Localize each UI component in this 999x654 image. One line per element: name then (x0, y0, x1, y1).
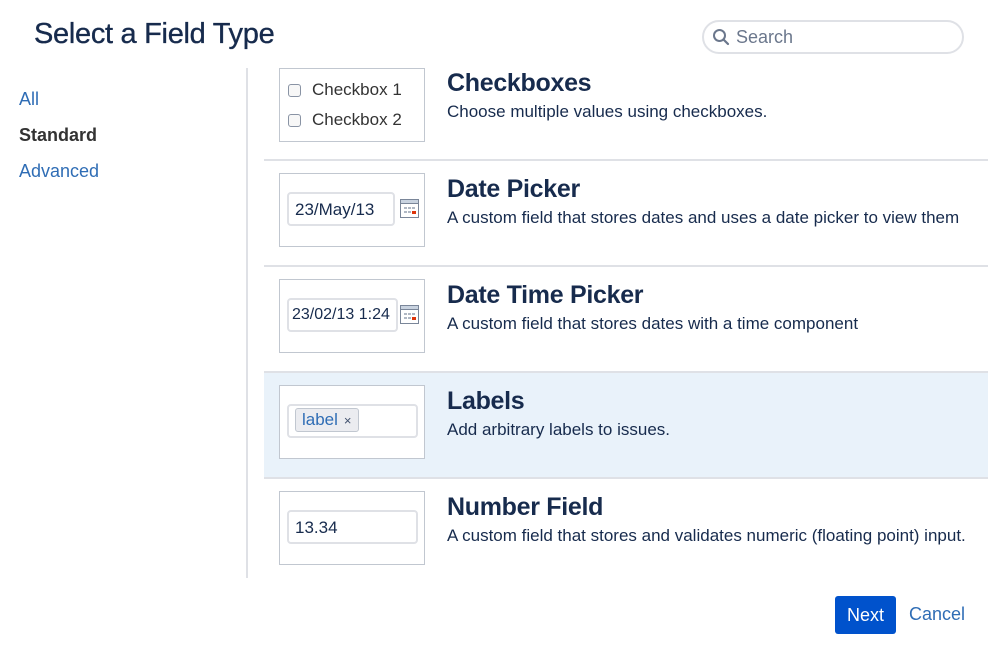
checkbox-icon (288, 113, 301, 127)
field-preview: 23/02/13 1:24 (279, 279, 425, 353)
remove-label-icon: × (343, 412, 352, 428)
field-preview: label × (279, 385, 425, 459)
field-description: A custom field that stores and validates… (447, 526, 966, 545)
checkbox-2: Checkbox 2 (288, 105, 424, 135)
checkbox-label: Checkbox 2 (312, 110, 402, 129)
field-info: Date Time Picker A custom field that sto… (447, 280, 967, 336)
checkbox-icon (288, 83, 301, 97)
field-type-list: Checkbox 1 Checkbox 2 Checkboxes Choose … (264, 68, 988, 585)
checkbox-1: Checkbox 1 (288, 75, 424, 105)
field-description: A custom field that stores dates and use… (447, 208, 960, 227)
field-type-date-picker[interactable]: 23/May/13 Date Picker A custom field tha… (264, 161, 988, 267)
label-text: label (302, 410, 338, 429)
number-input-preview: 13.34 (287, 510, 418, 544)
field-preview: Checkbox 1 Checkbox 2 (279, 68, 425, 142)
field-name: Date Picker (447, 175, 580, 203)
search-icon (713, 29, 730, 46)
field-info: Labels Add arbitrary labels to issues. (447, 386, 967, 442)
field-type-number-field[interactable]: 13.34 Number Field A custom field that s… (264, 479, 988, 585)
field-preview: 13.34 (279, 491, 425, 565)
search-input[interactable] (734, 25, 948, 49)
field-description: Choose multiple values using checkboxes. (447, 102, 768, 121)
cancel-link[interactable]: Cancel (909, 604, 965, 625)
datetime-input-preview: 23/02/13 1:24 (287, 298, 398, 332)
calendar-icon (400, 199, 419, 218)
field-name: Number Field (447, 493, 604, 521)
nav-item-advanced[interactable]: Advanced (19, 160, 99, 196)
field-name: Checkboxes (447, 69, 592, 97)
field-name: Labels (447, 387, 525, 415)
search-field[interactable] (702, 20, 964, 54)
field-type-labels[interactable]: label × Labels Add arbitrary labels to i… (264, 373, 988, 479)
field-info: Number Field A custom field that stores … (447, 492, 967, 548)
nav-divider (246, 68, 248, 578)
label-lozenge: label × (295, 408, 359, 432)
dialog-title: Select a Field Type (34, 18, 275, 50)
field-description: A custom field that stores dates with a … (447, 314, 859, 333)
nav-item-all[interactable]: All (19, 88, 99, 124)
field-info: Checkboxes Choose multiple values using … (447, 68, 967, 124)
field-preview: 23/May/13 (279, 173, 425, 247)
next-button[interactable]: Next (835, 596, 896, 634)
field-name: Date Time Picker (447, 281, 644, 309)
category-nav: All Standard Advanced (19, 88, 99, 196)
date-input-preview: 23/May/13 (287, 192, 395, 226)
nav-item-standard[interactable]: Standard (19, 124, 99, 160)
field-type-date-time-picker[interactable]: 23/02/13 1:24 Date Time Picker A custom … (264, 267, 988, 373)
labels-input-preview: label × (287, 404, 418, 438)
field-info: Date Picker A custom field that stores d… (447, 174, 967, 230)
calendar-icon (400, 305, 419, 324)
field-type-checkboxes[interactable]: Checkbox 1 Checkbox 2 Checkboxes Choose … (264, 68, 988, 161)
checkbox-label: Checkbox 1 (312, 80, 402, 99)
field-description: Add arbitrary labels to issues. (447, 420, 670, 439)
